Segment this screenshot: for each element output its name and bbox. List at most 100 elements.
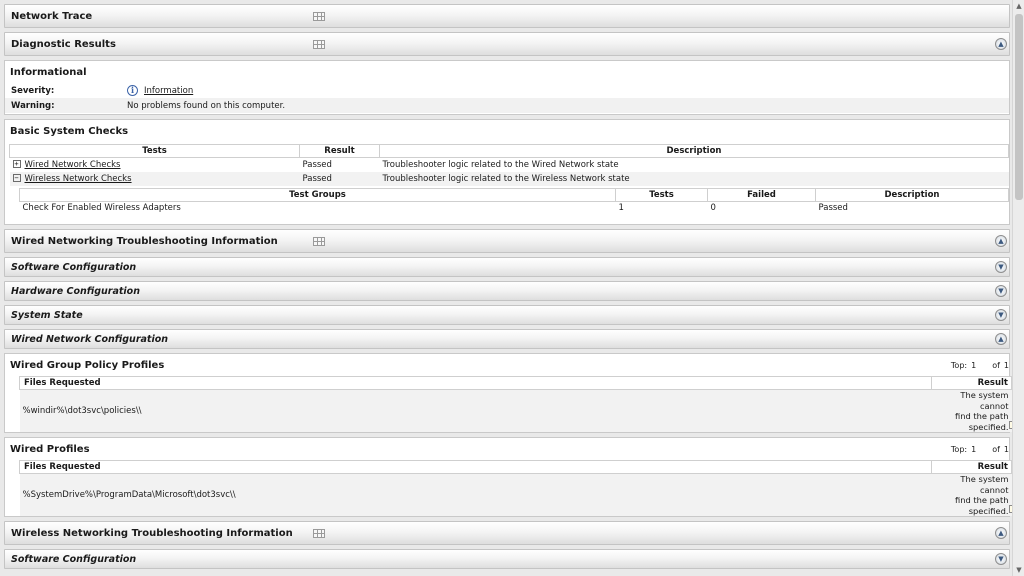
section-hardware-configuration[interactable]: Hardware Configuration ▼: [4, 281, 1010, 301]
table-icon[interactable]: [313, 237, 325, 246]
paging-info: Top: 1 of 1: [943, 361, 1009, 370]
severity-link[interactable]: Information: [144, 86, 193, 96]
severity-label: Severity:: [11, 85, 55, 96]
wired-checks-link[interactable]: Wired Network Checks: [25, 160, 121, 170]
warning-label: Warning:: [11, 100, 55, 111]
description-cell: Troubleshooter logic related to the Wire…: [382, 159, 619, 170]
column-header: Tests: [9, 144, 300, 158]
section-title: Wired Network Configuration: [11, 334, 169, 345]
severity-row: Severity: i Information: [5, 83, 1009, 98]
section-title: Diagnostic Results: [11, 39, 116, 50]
section-wired-troubleshooting[interactable]: Wired Networking Troubleshooting Informa…: [4, 229, 1010, 253]
table-icon[interactable]: [313, 40, 325, 49]
scroll-up-icon[interactable]: ▲: [1014, 1, 1024, 11]
section-wireless-troubleshooting[interactable]: Wireless Networking Troubleshooting Info…: [4, 521, 1010, 545]
panel-title: Wired Group Policy Profiles: [10, 360, 165, 371]
expand-icon[interactable]: ▼: [995, 553, 1007, 565]
description-cell: Troubleshooter logic related to the Wire…: [379, 171, 1009, 186]
table-row: Check For Enabled Wireless Adapters 1 0 …: [20, 201, 1009, 215]
panel-title: Informational: [10, 67, 87, 78]
file-path-cell: %SystemDrive%\ProgramData\Microsoft\dot3…: [19, 473, 932, 516]
group-tests-cell: 1: [618, 203, 624, 214]
table-icon[interactable]: [313, 12, 325, 21]
of-value: 1: [1003, 445, 1009, 454]
section-diagnostic-results[interactable]: Diagnostic Results ▲: [4, 32, 1010, 56]
panel-title: Basic System Checks: [10, 126, 129, 137]
scroll-down-icon[interactable]: ▼: [1014, 565, 1024, 575]
table-row: − Wireless Network Checks Passed Troubles…: [9, 171, 1009, 186]
of-value: 1: [1003, 361, 1009, 370]
result-line: specified.: [968, 505, 1009, 516]
section-title: Network Trace: [11, 11, 93, 22]
section-title: Wired Networking Troubleshooting Informa…: [11, 236, 278, 247]
column-header: Files Requested: [19, 460, 932, 474]
scrollbar-thumb[interactable]: [1015, 14, 1023, 200]
basic-checks-panel: Basic System Checks Tests Result Descrip…: [4, 119, 1010, 225]
table-icon[interactable]: [313, 529, 325, 538]
result-line: The system cannot: [960, 390, 1009, 411]
collapse-icon[interactable]: ▲: [995, 235, 1007, 247]
group-failed-cell: 0: [710, 203, 716, 214]
section-title: Software Configuration: [11, 554, 137, 565]
expand-icon[interactable]: ▼: [995, 261, 1007, 273]
column-header: Tests: [615, 187, 708, 202]
table-row: + Wired Network Checks Passed Troubleshoo…: [10, 158, 1009, 172]
collapse-toggle[interactable]: −: [12, 174, 21, 182]
expand-icon[interactable]: ▼: [995, 285, 1007, 297]
info-icon: i: [127, 85, 138, 96]
warning-value: No problems found on this computer.: [127, 100, 286, 111]
file-path-cell: %windir%\dot3svc\policies\\: [19, 389, 932, 432]
column-header: Description: [379, 144, 1009, 158]
section-title: System State: [11, 310, 83, 321]
top-label: Top:: [950, 361, 968, 370]
expand-icon[interactable]: ▼: [995, 309, 1007, 321]
collapse-icon[interactable]: ▲: [995, 333, 1007, 345]
section-software-configuration-2[interactable]: Software Configuration ▼: [4, 549, 1010, 569]
result-line: find the path: [954, 411, 1009, 421]
column-header: Test Groups: [19, 187, 616, 202]
section-system-state[interactable]: System State ▼: [4, 305, 1010, 325]
column-header: Description: [815, 187, 1009, 202]
wireless-checks-link[interactable]: Wireless Network Checks: [25, 174, 132, 184]
section-wired-network-configuration[interactable]: Wired Network Configuration ▲: [4, 329, 1010, 349]
result-cell: The system cannot find the path specifie…: [931, 389, 1016, 432]
wired-gpo-panel: Wired Group Policy Profiles Top: 1 of 1 …: [4, 353, 1016, 433]
tests-table: Tests Result Description + Wired Network …: [9, 144, 1009, 186]
result-line: find the path: [954, 495, 1009, 505]
panel-title: Wired Profiles: [10, 444, 90, 455]
top-value: 1: [971, 445, 977, 454]
column-header: Failed: [707, 187, 816, 202]
section-network-trace[interactable]: Network Trace: [4, 4, 1010, 28]
column-header: Result: [931, 460, 1012, 474]
column-header: Result: [931, 376, 1012, 390]
collapse-icon[interactable]: ▲: [995, 527, 1007, 539]
report-content: Network Trace Diagnostic Results ▲ Infor…: [4, 4, 1016, 573]
result-line: specified.: [968, 421, 1009, 432]
section-software-configuration[interactable]: Software Configuration ▼: [4, 257, 1010, 277]
files-table: Files Requested Result %SystemDrive%\Pro…: [19, 460, 1016, 516]
wired-profiles-panel: Wired Profiles Top: 1 of 1 Files Request…: [4, 437, 1016, 517]
section-title: Software Configuration: [11, 262, 137, 273]
column-header: Files Requested: [19, 376, 932, 390]
of-label: of: [992, 445, 1000, 454]
result-cell: Passed: [302, 159, 332, 170]
of-label: of: [992, 361, 1000, 370]
vertical-scrollbar[interactable]: ▲ ▼: [1012, 0, 1024, 576]
informational-panel: Informational Severity: i Information War…: [4, 60, 1010, 115]
table-row: %windir%\dot3svc\policies\\ The system c…: [19, 389, 1016, 432]
top-label: Top:: [950, 445, 968, 454]
section-title: Wireless Networking Troubleshooting Info…: [11, 528, 293, 539]
files-table: Files Requested Result %windir%\dot3svc\…: [19, 376, 1016, 432]
collapse-icon[interactable]: ▲: [995, 38, 1007, 50]
group-name-cell: Check For Enabled Wireless Adapters: [22, 203, 181, 214]
top-value: 1: [971, 361, 977, 370]
warning-row: Warning: No problems found on this compu…: [5, 98, 1009, 113]
result-line: The system cannot: [960, 474, 1009, 495]
result-cell: The system cannot find the path specifie…: [931, 473, 1016, 516]
group-description-cell: Passed: [818, 203, 848, 214]
section-title: Hardware Configuration: [11, 286, 140, 297]
table-row: %SystemDrive%\ProgramData\Microsoft\dot3…: [19, 473, 1016, 516]
expand-toggle[interactable]: +: [12, 160, 21, 169]
paging-info: Top: 1 of 1: [943, 445, 1009, 454]
result-cell: Passed: [299, 171, 380, 186]
